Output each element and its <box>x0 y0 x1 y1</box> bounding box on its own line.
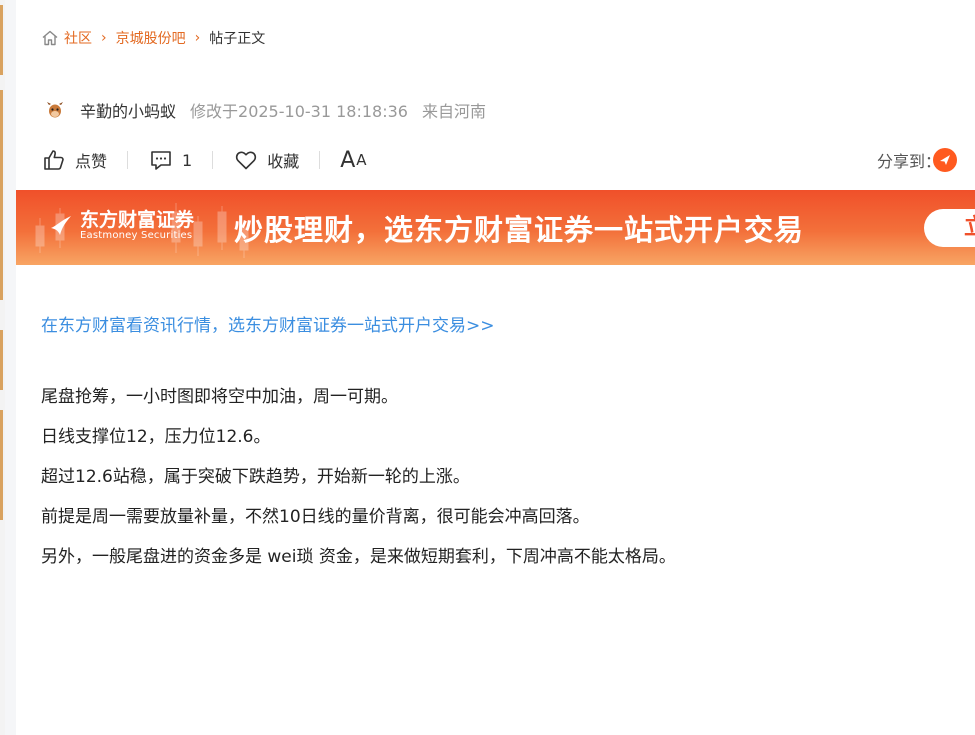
heart-icon <box>233 147 259 173</box>
like-button[interactable]: 点赞 <box>41 147 107 173</box>
divider <box>319 151 321 169</box>
content-paragraph: 另外，一般尾盘进的资金多是 wei琐 资金，是来做短期套利，下周冲高不能太格局。 <box>41 547 676 567</box>
comment-icon <box>148 147 174 173</box>
font-size-small-glyph: A <box>356 151 368 169</box>
comment-button[interactable]: 1 <box>148 147 192 173</box>
share-area: 分享到： <box>876 146 957 174</box>
modified-time: 修改于2025-10-31 18:18:36 <box>190 102 408 121</box>
post-card: 社区 › 京城股份吧 › 帖子正文 辛勤的小蚂蚁 修改于2025-10-31 1… <box>16 0 975 735</box>
breadcrumb-community-link[interactable]: 社区 <box>64 28 92 48</box>
thumbs-up-icon <box>41 147 67 173</box>
left-edge-mark <box>0 5 3 75</box>
share-label: 分享到： <box>876 152 941 171</box>
post-action-bar: 点赞 1 收藏 AA 分享到： <box>41 146 971 174</box>
breadcrumb-forum-link[interactable]: 京城股份吧 <box>116 28 186 48</box>
favorite-label: 收藏 <box>267 152 300 171</box>
post-author-row: 辛勤的小蚂蚁 修改于2025-10-31 18:18:36 来自河南 <box>44 98 500 122</box>
font-size-large-glyph: A <box>340 147 357 173</box>
breadcrumb: 社区 › 京城股份吧 › 帖子正文 <box>41 28 265 48</box>
content-paragraph: 超过12.6站稳，属于突破下跌趋势，开始新一轮的上涨。 <box>41 467 470 487</box>
eastmoney-logo-mark <box>51 216 71 235</box>
content-paragraph: 尾盘抢筹，一小时图即将空中加油，周一可期。 <box>41 387 398 407</box>
chevron-right-icon: › <box>194 30 201 46</box>
left-edge-strip <box>0 0 5 735</box>
avatar[interactable] <box>44 99 66 121</box>
like-label: 点赞 <box>75 152 108 171</box>
banner-slogan: 炒股理财，选东方财富证券一站式开户交易 <box>234 213 805 247</box>
eastmoney-logo: 东方财富证券 Eastmoney Securities <box>48 210 194 242</box>
content-paragraph: 日线支撑位12，压力位12.6。 <box>41 427 271 447</box>
divider <box>212 151 214 169</box>
left-edge-mark <box>0 90 3 300</box>
left-edge-mark <box>0 330 3 390</box>
author-name-link[interactable]: 辛勤的小蚂蚁 <box>80 98 176 122</box>
logo-chinese-name: 东方财富证券 <box>80 209 195 231</box>
logo-english-name: Eastmoney Securities <box>80 230 193 241</box>
ad-banner[interactable]: 东方财富证券 Eastmoney Securities 炒股理财，选东方财富证券… <box>16 190 975 265</box>
divider <box>127 151 129 169</box>
left-edge-mark <box>0 410 3 520</box>
share-weibo-icon[interactable] <box>933 148 957 172</box>
content-paragraph: 前提是周一需要放量补量，不然10日线的量价背离，很可能会冲高回落。 <box>41 507 590 527</box>
home-icon[interactable] <box>41 29 59 47</box>
comment-count: 1 <box>182 150 193 170</box>
post-location: 来自河南 <box>421 102 486 121</box>
breadcrumb-current: 帖子正文 <box>209 31 266 47</box>
font-size-button[interactable]: AA <box>340 148 367 173</box>
chevron-right-icon: › <box>101 30 107 46</box>
post-content: 尾盘抢筹，一小时图即将空中加油，周一可期。 日线支撑位12，压力位12.6。 超… <box>41 384 676 584</box>
promo-link[interactable]: 在东方财富看资讯行情，选东方财富证券一站式开户交易>> <box>41 311 495 336</box>
favorite-button[interactable]: 收藏 <box>233 147 299 173</box>
banner-open-account-button[interactable]: 立 <box>924 209 975 247</box>
